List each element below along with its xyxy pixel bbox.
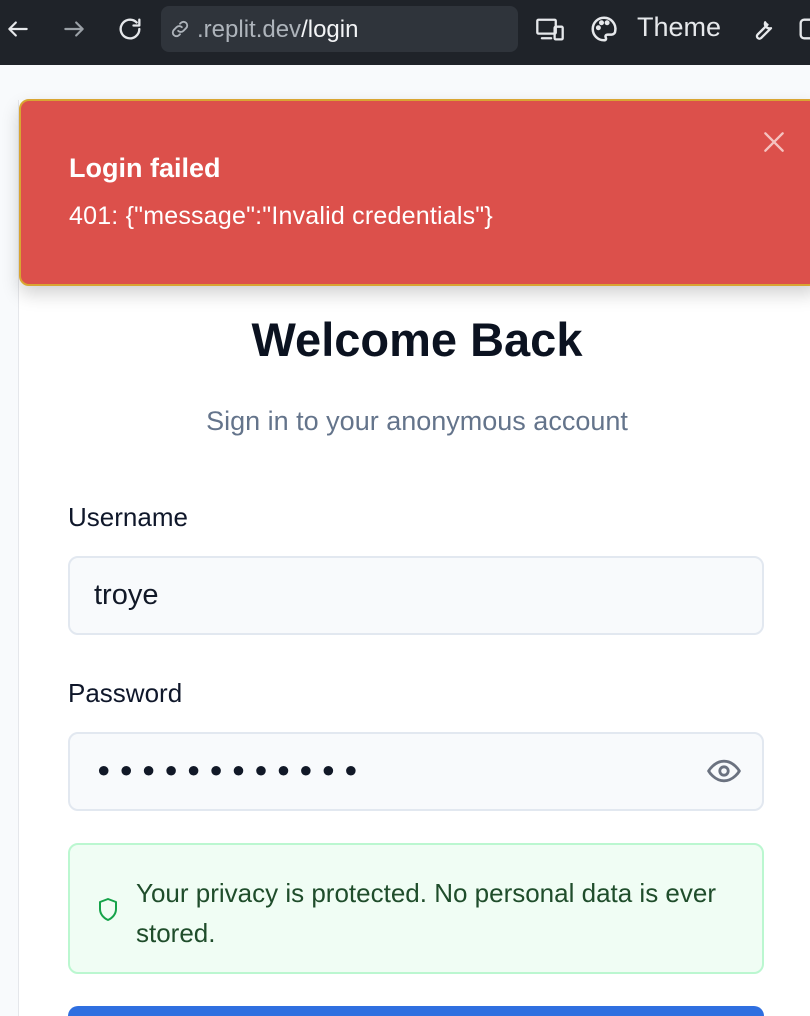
username-input[interactable] xyxy=(68,556,764,635)
devices-icon[interactable] xyxy=(534,13,566,45)
url-text: .replit.dev/login xyxy=(197,16,359,43)
page-subtitle: Sign in to your anonymous account xyxy=(206,406,628,436)
eye-icon[interactable] xyxy=(706,757,742,785)
browser-toolbar: .replit.dev/login Theme xyxy=(0,0,810,65)
link-icon xyxy=(171,20,189,38)
username-label: Username xyxy=(68,502,188,532)
privacy-notice: Your privacy is protected. No personal d… xyxy=(68,843,764,974)
panel-icon[interactable] xyxy=(794,13,810,45)
reload-icon[interactable] xyxy=(114,13,146,45)
palette-icon[interactable] xyxy=(588,13,620,45)
theme-menu-label[interactable]: Theme xyxy=(637,12,721,43)
password-masked-value: •••••••••••• xyxy=(94,752,364,791)
close-icon[interactable] xyxy=(761,129,787,155)
error-toast: Login failed 401: {"message":"Invalid cr… xyxy=(19,99,810,286)
toast-message: 401: {"message":"Invalid credentials"} xyxy=(69,202,493,230)
back-arrow-icon[interactable] xyxy=(2,13,34,45)
address-bar[interactable]: .replit.dev/login xyxy=(161,6,518,52)
forward-arrow-icon[interactable] xyxy=(58,13,90,45)
password-label: Password xyxy=(68,678,183,708)
shield-icon xyxy=(99,898,117,921)
toast-title: Login failed xyxy=(69,153,221,183)
privacy-notice-text: Your privacy is protected. No personal d… xyxy=(136,878,717,948)
sign-in-button[interactable] xyxy=(68,1006,764,1016)
wrench-icon[interactable] xyxy=(746,13,778,45)
page-title: Welcome Back xyxy=(251,313,583,366)
